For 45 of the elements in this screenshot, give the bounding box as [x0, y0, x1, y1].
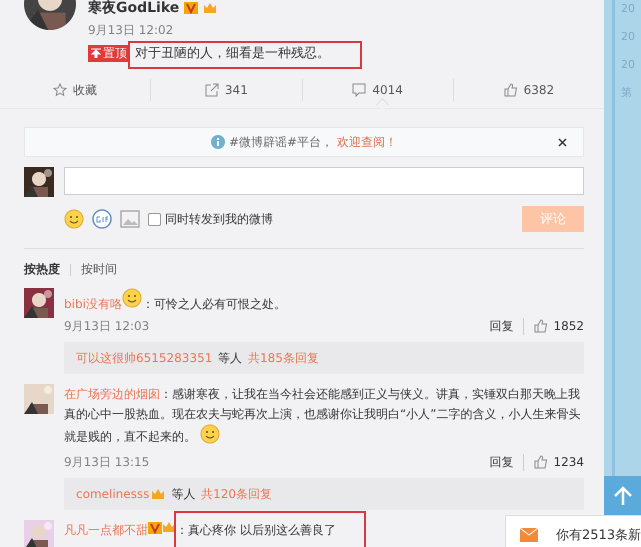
- scroll-top-button[interactable]: [604, 476, 641, 516]
- info-icon: [210, 135, 225, 149]
- replies-text: 等人: [170, 486, 196, 502]
- thumbs-up-icon: [504, 83, 518, 97]
- comment-text: bibi没有咯 ：可怜之人必有可恨之处。: [64, 288, 584, 314]
- repost-checkbox[interactable]: 同时转发到我的微博: [148, 210, 514, 228]
- action-button[interactable]: 6382: [454, 79, 604, 101]
- comment-input[interactable]: [64, 167, 584, 195]
- arrow-up-icon: [614, 486, 632, 506]
- crown-icon: [162, 520, 176, 534]
- thumbs-up-icon: [534, 319, 548, 333]
- reply-link[interactable]: 回复: [489, 454, 524, 470]
- replies-text: 等人: [217, 350, 244, 366]
- gif-icon: [92, 209, 112, 229]
- like-button[interactable]: 1234: [534, 455, 584, 469]
- share-icon: [204, 83, 219, 97]
- comment-icon: [352, 83, 366, 97]
- action-button[interactable]: 341: [151, 79, 302, 101]
- notice-text: #微博辟谣#平台，: [228, 134, 334, 150]
- pinned-badge: 置顶: [88, 44, 130, 62]
- crown-icon: [151, 487, 166, 501]
- comment-text: 在广场旁边的烟囱：感谢寒夜，让我在当今社会还能感到正义与侠义。讲真，实锤双白那天晚上我真的心中一股热血。现在农夫与蛇再次上演，也感谢你让我明白“小人”二字的含义，小人生来骨头就是贱的，直不起来的。: [64, 386, 582, 446]
- notification-text: 你有2513条新: [556, 527, 641, 544]
- sort-tab[interactable]: 按时间: [81, 261, 117, 278]
- verified-icon: [148, 522, 162, 534]
- reply-link[interactable]: 回复: [489, 318, 524, 334]
- action-button[interactable]: 收藏: [0, 79, 152, 101]
- thumbs-up-icon: [534, 455, 548, 469]
- comment-date: 9月13日 12:03: [64, 318, 150, 334]
- image-icon: [120, 210, 140, 228]
- envelope-icon: [520, 528, 538, 542]
- post-date: 9月13日 12:02: [88, 22, 174, 38]
- comment-date: 9月13日 13:15: [64, 454, 150, 470]
- sort-tab[interactable]: 按热度: [24, 261, 60, 278]
- crown-icon: [203, 1, 218, 15]
- notification-popup[interactable]: 你有2513条新: [505, 515, 641, 547]
- emoji-icon: [64, 209, 84, 229]
- star-icon: [53, 83, 68, 97]
- badge-icon: [122, 288, 142, 308]
- author-name[interactable]: 寒夜GodLike: [88, 0, 180, 16]
- smiley-icon: [200, 424, 220, 444]
- close-icon: [558, 138, 567, 147]
- like-button[interactable]: 1852: [534, 319, 584, 333]
- verified-icon: [184, 2, 198, 14]
- post-text: 对于丑陋的人，细看是一种残忍。: [135, 45, 330, 62]
